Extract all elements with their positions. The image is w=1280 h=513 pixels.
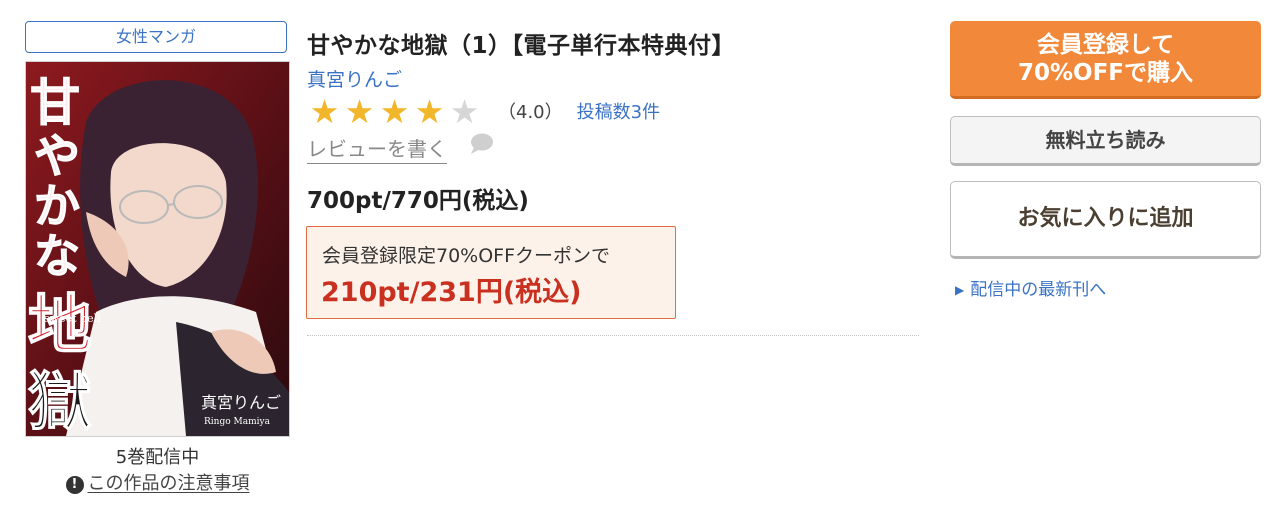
rating-score: （4.0） [498,102,563,123]
cover-title-char: か [34,179,80,233]
speech-bubble-icon [471,133,493,154]
genre-badge[interactable]: 女性マンガ [25,21,287,53]
star-rating: ★ ★ ★ ★ ★ [307,95,482,128]
coupon-price: 210pt/231円(税込) [321,277,582,308]
cover-title-char: 獄 [28,365,92,436]
cover-subtitle: sweet hell [44,312,101,325]
buy-button-line2: 70%OFFで購入 [1017,60,1194,86]
price: 700pt/770円(税込) [307,188,529,214]
cover-author-en: Ringo Mamiya [204,417,271,427]
coupon-box: 会員登録限定70%OFFクーポンで 210pt/231円(税込) [306,226,676,319]
latest-volume-link[interactable]: ▶ 配信中の最新刊へ [955,275,1106,300]
cover-image[interactable]: 甘 や か な 地 獄 sweet hell 真宮りんご Ringo Mamiy… [25,61,290,437]
book-title: 甘やかな地獄（1）【電子単行本特典付】 [307,33,736,59]
rating-row: ★ ★ ★ ★ ★ （4.0） 投稿数3件 [307,94,660,128]
review-count-link[interactable]: 投稿数3件 [577,98,660,124]
cover-title-char: 地 [28,288,92,363]
cover-title-char: 甘 [30,73,80,132]
latest-volume-label[interactable]: 配信中の最新刊へ [970,280,1106,300]
warning-icon: ! [65,476,84,494]
cover-author-jp: 真宮りんご [201,393,281,412]
notice-link-label[interactable]: この作品の注意事項 [88,473,250,494]
volumes-status: 5巻配信中 [115,447,200,468]
buy-button-line1: 会員登録して [1036,32,1175,58]
add-favorite-button[interactable]: お気に入りに追加 [950,181,1261,259]
register-buy-button[interactable]: 会員登録して 70%OFFで購入 [950,21,1261,99]
cover-title-char: な [34,229,80,283]
divider [307,335,919,336]
coupon-label: 会員登録限定70%OFFクーポンで [322,245,611,267]
star-icon: ★ [449,91,480,131]
star-icon: ★ [344,91,375,131]
cover-title-char: や [34,129,80,183]
notice-link[interactable]: ! この作品の注意事項 [25,469,290,495]
free-preview-button[interactable]: 無料立ち読み [950,116,1261,166]
star-icon: ★ [379,91,410,131]
author-link[interactable]: 真宮りんご [307,65,402,92]
star-icon: ★ [414,91,445,131]
star-icon: ★ [309,91,340,131]
triangle-right-icon: ▶ [955,283,965,297]
write-review-link[interactable]: レビューを書く [307,133,447,164]
